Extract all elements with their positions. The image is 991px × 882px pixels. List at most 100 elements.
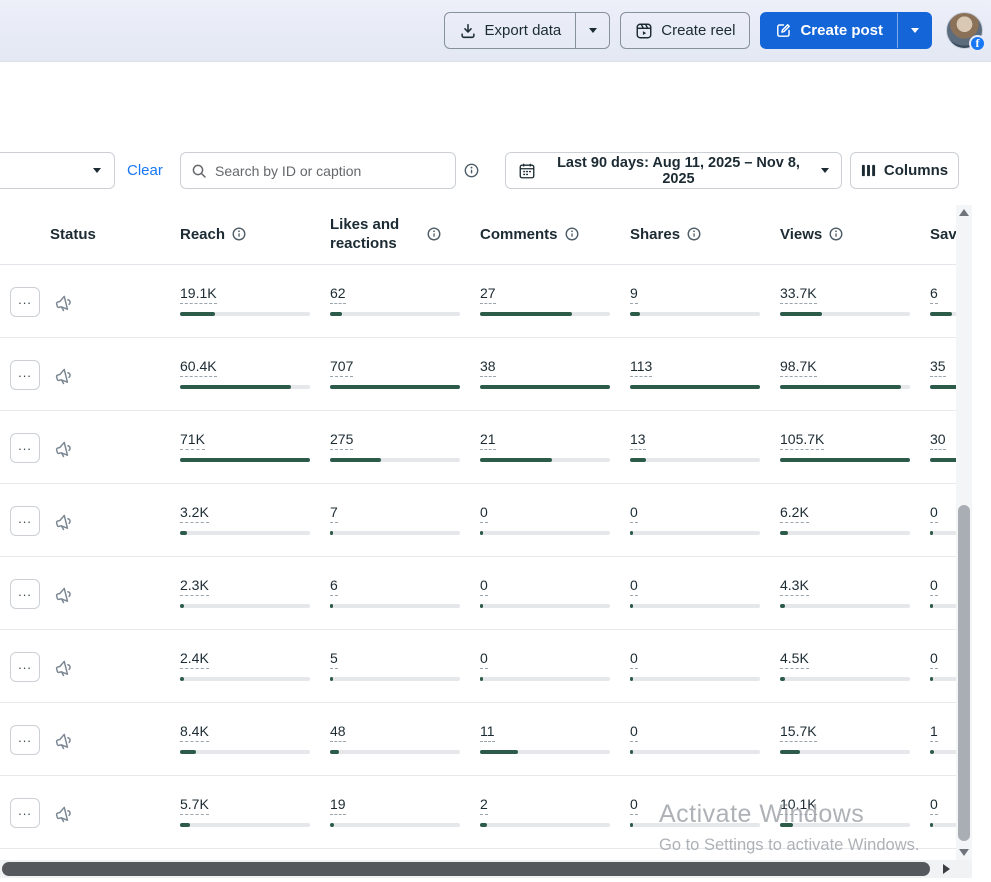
megaphone-boost-icon[interactable] <box>49 434 78 463</box>
metric-bar <box>180 458 310 462</box>
metric-value: 105.7K <box>780 431 825 450</box>
info-icon[interactable] <box>565 227 579 241</box>
create-post-button[interactable]: Create post <box>761 13 897 48</box>
create-post-dropdown-button[interactable] <box>897 13 931 48</box>
cell-comments: 0 <box>480 577 612 608</box>
facebook-badge-icon: f <box>969 35 986 52</box>
metric-bar-fill <box>180 677 184 681</box>
table-row: ... 60.4K 707 38 113 98.7K 35 <box>0 338 956 411</box>
metric-bar <box>630 531 760 535</box>
megaphone-boost-icon[interactable] <box>49 288 78 317</box>
ellipsis-icon: ... <box>18 583 32 599</box>
row-actions-button[interactable]: ... <box>10 798 40 828</box>
create-post-split-button: Create post <box>760 12 932 49</box>
metric-bar-fill <box>180 823 191 827</box>
profile-menu-button[interactable]: f <box>946 12 986 52</box>
metric-bar-fill <box>930 677 933 681</box>
metric-bar-fill <box>630 750 633 754</box>
metric-bar-fill <box>780 458 910 462</box>
cell-views: 4.3K <box>780 577 912 608</box>
row-actions-button[interactable]: ... <box>10 506 40 536</box>
metric-bar-fill <box>180 385 291 389</box>
metric-bar <box>930 385 956 389</box>
metric-value: 6.2K <box>780 504 809 523</box>
metric-bar <box>480 531 610 535</box>
create-reel-button[interactable]: Create reel <box>620 12 751 49</box>
info-icon[interactable] <box>829 227 843 241</box>
horizontal-scrollbar-thumb[interactable] <box>2 862 930 876</box>
row-actions-button[interactable]: ... <box>10 579 40 609</box>
metric-value: 30 <box>930 431 946 450</box>
metric-bar <box>630 604 760 608</box>
metric-bar <box>330 750 460 754</box>
metric-bar <box>180 677 310 681</box>
metric-value: 62 <box>330 285 346 304</box>
metric-bar <box>780 385 910 389</box>
megaphone-boost-icon[interactable] <box>49 799 78 828</box>
export-data-dropdown-button[interactable] <box>575 13 609 48</box>
export-data-button[interactable]: Export data <box>445 13 576 48</box>
row-actions-button[interactable]: ... <box>10 725 40 755</box>
metric-bar-fill <box>630 604 633 608</box>
metric-bar <box>780 823 910 827</box>
topbar: Export data Create reel Create post f <box>0 0 991 62</box>
cell-likes-reactions: 6 <box>330 577 462 608</box>
info-icon[interactable] <box>687 227 701 241</box>
vertical-scrollbar-thumb[interactable] <box>958 505 970 841</box>
magnifier-icon <box>191 163 207 179</box>
metric-value: 13 <box>630 431 646 450</box>
megaphone-boost-icon[interactable] <box>49 507 78 536</box>
date-range-button[interactable]: Last 90 days: Aug 11, 2025 – Nov 8, 2025 <box>505 152 842 189</box>
ellipsis-icon: ... <box>18 291 32 307</box>
metric-bar <box>330 677 460 681</box>
metric-value: 4.5K <box>780 650 809 669</box>
cell-reach: 5.7K <box>180 796 312 827</box>
scroll-up-arrow-icon[interactable] <box>959 209 969 216</box>
metric-value: 0 <box>630 723 638 742</box>
megaphone-boost-icon[interactable] <box>49 361 78 390</box>
metric-value: 0 <box>630 577 638 596</box>
row-actions-button[interactable]: ... <box>10 433 40 463</box>
cell-saves: 0 <box>930 577 956 608</box>
row-actions-button[interactable]: ... <box>10 360 40 390</box>
clear-filters-link[interactable]: Clear <box>127 162 163 179</box>
metric-value: 0 <box>480 504 488 523</box>
table-body: ... 19.1K 62 27 9 33.7K 6 ... 60.4K 707 … <box>0 265 956 862</box>
cell-likes-reactions: 275 <box>330 431 462 462</box>
info-icon[interactable] <box>232 227 246 241</box>
scroll-down-arrow-icon[interactable] <box>959 849 969 856</box>
metric-bar-fill <box>780 385 901 389</box>
cell-views: 10.1K <box>780 796 912 827</box>
search-input[interactable] <box>215 162 445 179</box>
metric-bar-fill <box>780 604 786 608</box>
megaphone-boost-icon[interactable] <box>49 726 78 755</box>
horizontal-scrollbar[interactable] <box>0 860 956 878</box>
metric-bar-fill <box>630 823 633 827</box>
metric-value: 275 <box>330 431 354 450</box>
metric-value: 2 <box>480 796 488 815</box>
megaphone-boost-icon[interactable] <box>49 653 78 682</box>
metric-bar <box>480 823 610 827</box>
cell-shares: 0 <box>630 504 762 535</box>
metric-value: 707 <box>330 358 354 377</box>
table-row: ... 5.7K 19 2 0 10.1K 0 <box>0 776 956 849</box>
row-actions-button[interactable]: ... <box>10 287 40 317</box>
cell-saves: 30 <box>930 431 956 462</box>
search-info-icon[interactable] <box>464 163 479 178</box>
metric-value: 1 <box>930 723 938 742</box>
metric-bar-fill <box>330 677 333 681</box>
row-actions-button[interactable]: ... <box>10 652 40 682</box>
cell-views: 105.7K <box>780 431 912 462</box>
cell-comments: 11 <box>480 723 612 754</box>
vertical-scrollbar[interactable] <box>956 205 972 860</box>
metric-bar <box>930 750 956 754</box>
info-icon[interactable] <box>427 227 441 241</box>
metric-bar <box>780 750 910 754</box>
scroll-right-arrow-icon[interactable] <box>943 864 950 874</box>
columns-button[interactable]: Columns <box>850 152 959 189</box>
cell-views: 98.7K <box>780 358 912 389</box>
megaphone-boost-icon[interactable] <box>49 580 78 609</box>
filter-dropdown[interactable] <box>0 152 115 189</box>
metric-bar-fill <box>480 385 610 389</box>
header-views: Views <box>780 203 843 264</box>
